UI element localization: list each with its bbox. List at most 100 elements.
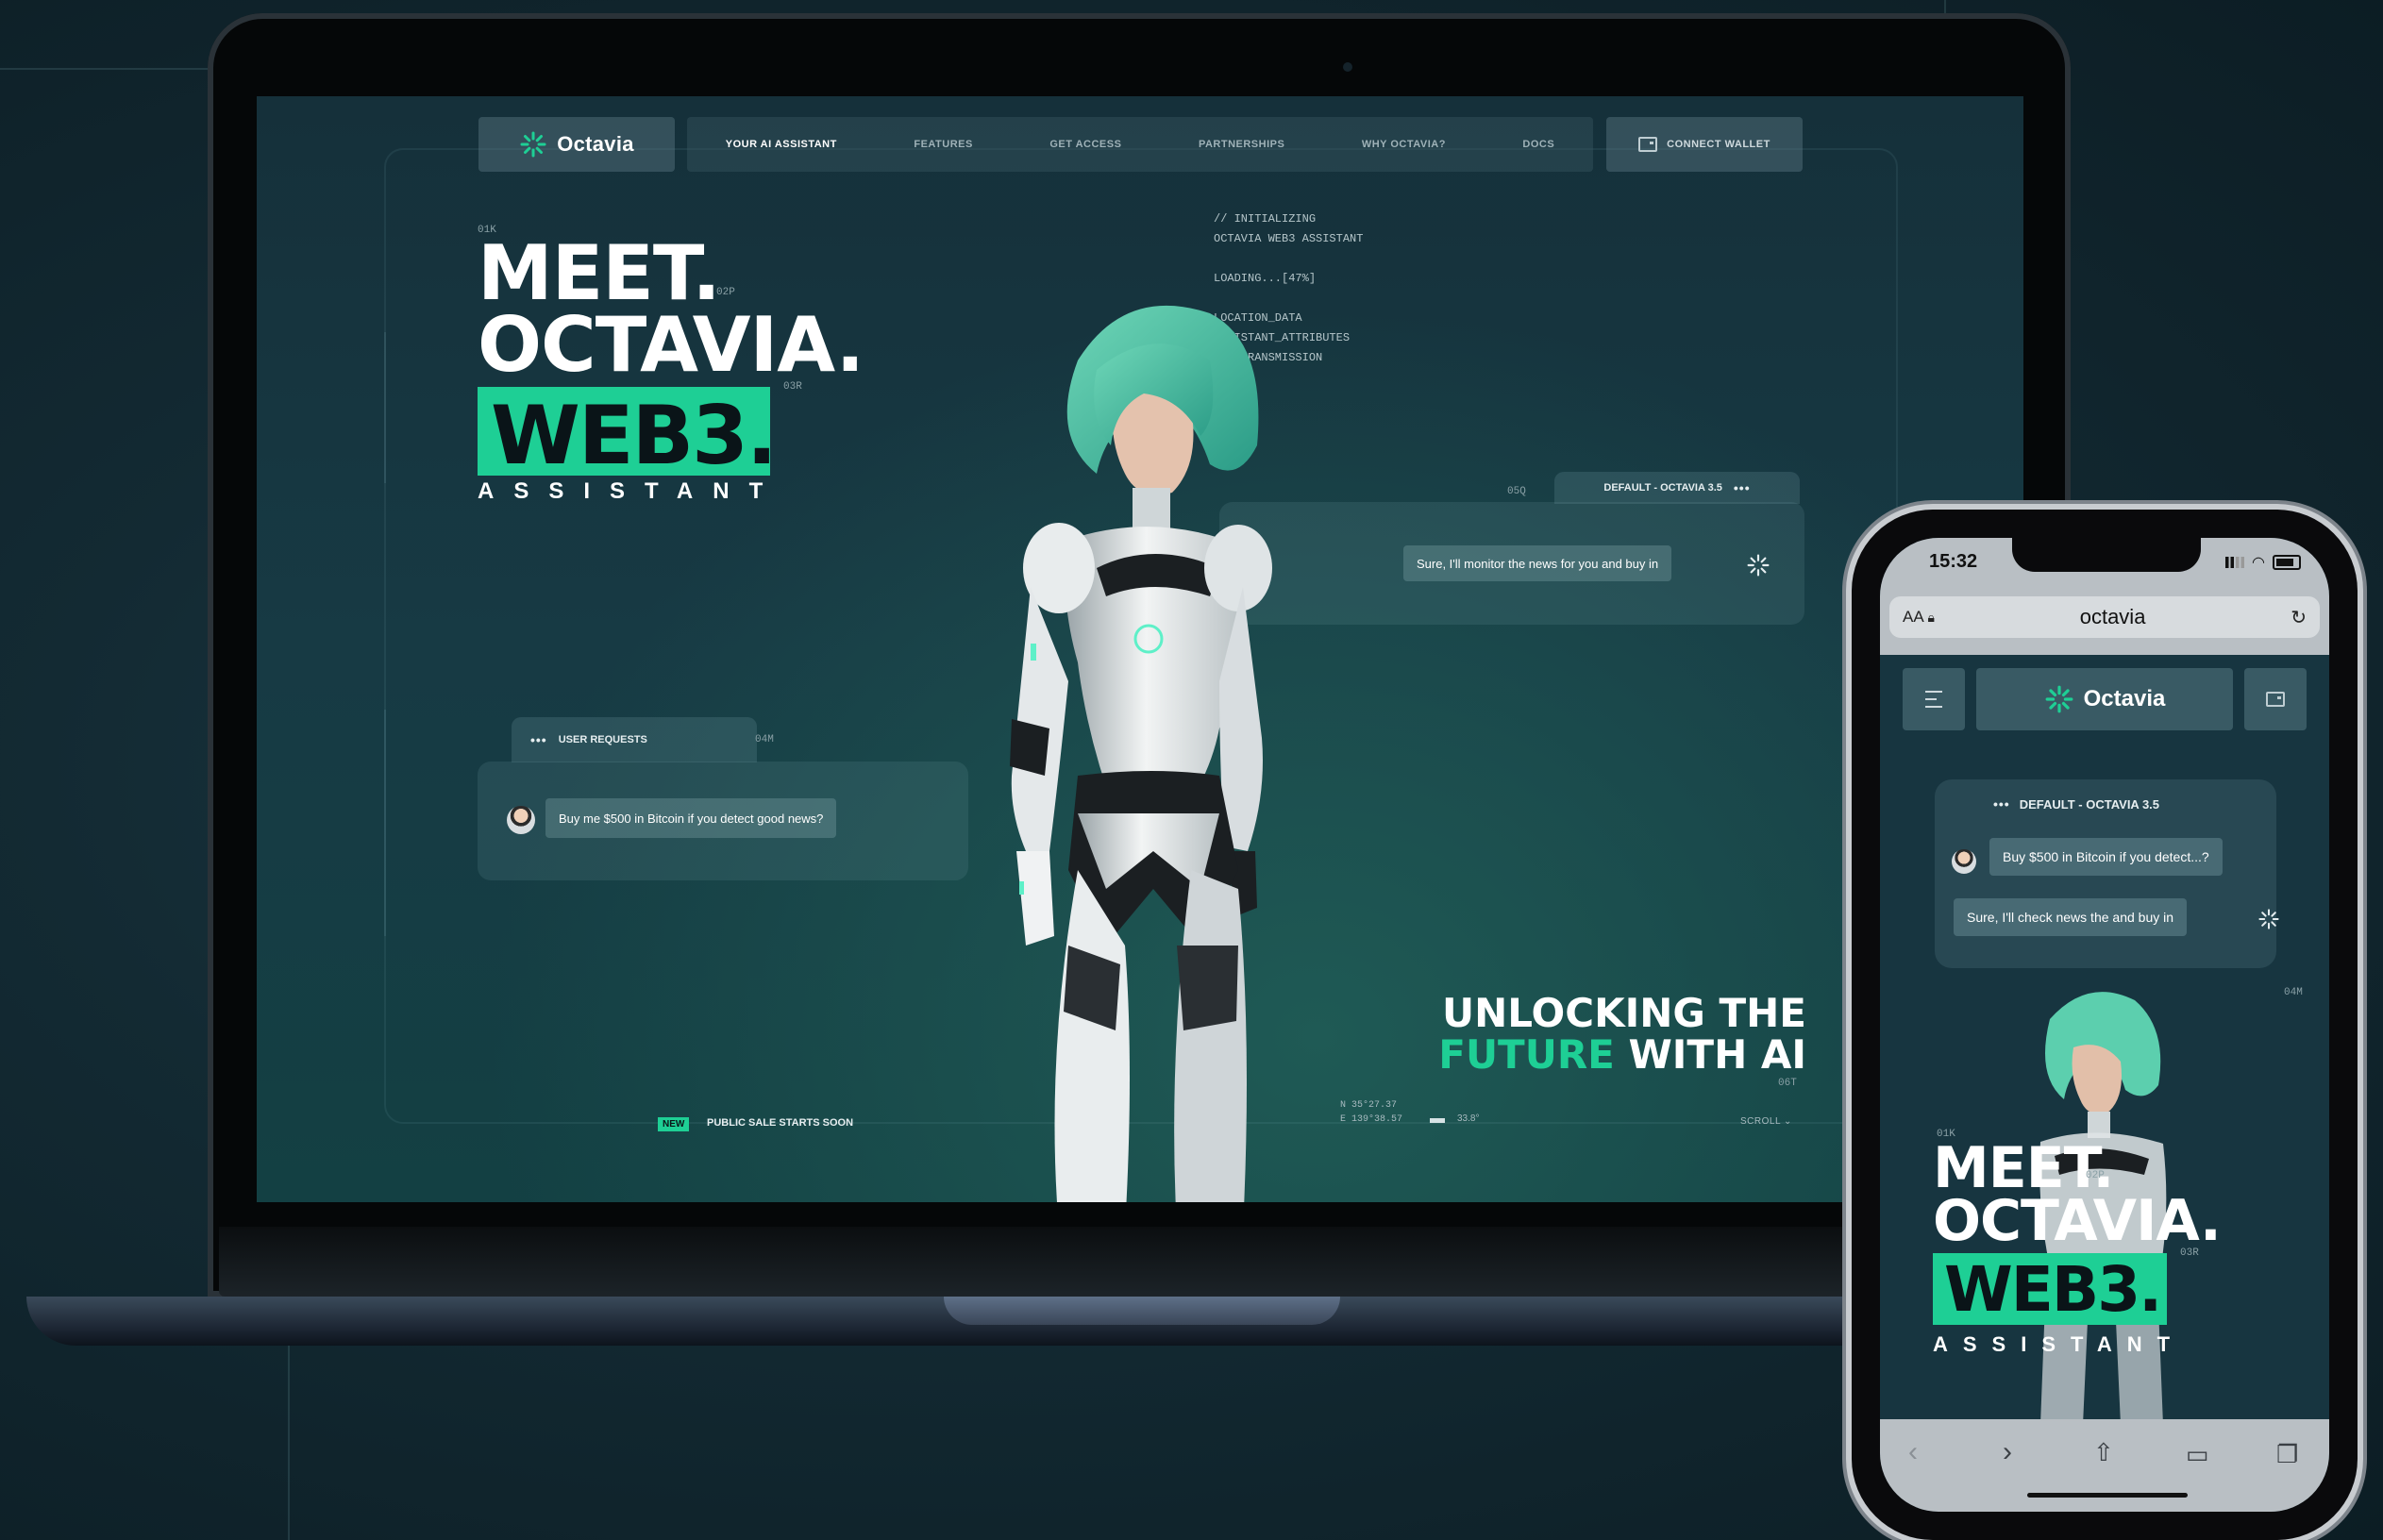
hero-tag-02: 02P: [716, 287, 735, 298]
browser-url-bar: AA 🔒︎ octavia ↻: [1880, 591, 2329, 655]
nav-partnerships[interactable]: PARTNERSHIPS: [1199, 139, 1284, 150]
unlock-heading: UNLOCKING THE FUTURE WITH AI: [1438, 993, 1806, 1076]
address-field[interactable]: AA 🔒︎ octavia ↻: [1889, 596, 2320, 638]
signal-icon: [2225, 557, 2245, 568]
hamburger-icon-line: [1925, 698, 1937, 700]
coord-north: N 35°27.37: [1340, 1100, 1398, 1111]
hud-line: [384, 710, 386, 936]
hero-line-assistant: ASSISTANT: [478, 478, 783, 504]
octavia-logo-icon: [2045, 685, 2073, 713]
coord-east: E 139°38.57: [1340, 1114, 1403, 1125]
tabs-icon[interactable]: ❐: [2276, 1440, 2298, 1469]
bookmarks-icon[interactable]: ▭: [2186, 1440, 2209, 1469]
user-panel-title: USER REQUESTS: [558, 734, 647, 745]
panel-tag-06: 06T: [1778, 1078, 1797, 1089]
battery-icon: [2273, 555, 2301, 570]
browser-toolbar: ‹ › ⇧ ▭ ❐: [1880, 1419, 2329, 1512]
chevron-down-icon: ⌄: [1783, 1116, 1792, 1127]
mobile-logo[interactable]: Octavia: [1976, 668, 2233, 730]
coordinates-readout: N 35°27.37 E 139°38.57: [1340, 1098, 1402, 1127]
mobile-tag-04: 04M: [2284, 987, 2303, 998]
connect-wallet-label: CONNECT WALLET: [1667, 139, 1770, 150]
laptop-screen: Octavia YOUR AI ASSISTANT FEATURES GET A…: [257, 96, 2023, 1202]
mobile-hero-heading: MEET. OCTAVIA.: [1933, 1135, 2222, 1254]
mobile-panel-title: DEFAULT - OCTAVIA 3.5: [2019, 796, 2160, 812]
wifi-icon: ◠: [2252, 555, 2265, 571]
share-icon[interactable]: ⇧: [2093, 1438, 2114, 1467]
public-sale-link[interactable]: PUBLIC SALE STARTS SOON: [707, 1117, 853, 1129]
mobile-hero-line-octavia: OCTAVIA.: [1933, 1188, 2222, 1254]
hamburger-icon: [1925, 691, 1942, 693]
mobile-hero-line-assistant: ASSISTANT: [1933, 1332, 2186, 1356]
panel-tag-05: 05Q: [1507, 486, 1526, 497]
scroll-label: SCROLL: [1740, 1116, 1781, 1127]
back-icon[interactable]: ‹: [1908, 1436, 1918, 1468]
mobile-user-message: Buy $500 in Bitcoin if you detect...?: [1989, 838, 2223, 876]
octavia-avatar-icon: [2258, 909, 2279, 929]
more-dots-icon[interactable]: •••: [1993, 796, 2010, 812]
background-line: [0, 68, 212, 70]
nav-get-access[interactable]: GET ACCESS: [1049, 139, 1121, 150]
nav-docs[interactable]: DOCS: [1522, 139, 1554, 150]
user-panel-header: ••• USER REQUESTS: [512, 717, 757, 762]
unlock-future: FUTURE: [1438, 1031, 1615, 1078]
assistant-panel-header: DEFAULT - OCTAVIA 3.5 •••: [1554, 472, 1800, 504]
octavia-logo-icon: [520, 131, 546, 158]
mobile-wallet-button[interactable]: [2244, 668, 2307, 730]
text-size-label: AA: [1903, 608, 1923, 626]
hero-line-octavia: OCTAVIA.: [478, 301, 864, 389]
phone-time: 15:32: [1929, 551, 1978, 572]
laptop-bezel: [219, 1227, 2059, 1297]
phone-notch: [2012, 538, 2201, 572]
brand-name: Octavia: [557, 132, 634, 156]
nav-features[interactable]: FEATURES: [914, 139, 972, 150]
scroll-indicator[interactable]: SCROLL ⌄: [1740, 1116, 1792, 1127]
wallet-icon: [1638, 137, 1658, 152]
hero-heading: MEET. OCTAVIA.: [478, 229, 864, 389]
mobile-tag-03: 03R: [2180, 1247, 2199, 1259]
connect-wallet-button[interactable]: CONNECT WALLET: [1606, 117, 1803, 172]
mobile-menu-button[interactable]: [1903, 668, 1965, 730]
mobile-assistant-message: Sure, I'll check news the and buy in: [1954, 898, 2188, 936]
hero-line-web3: WEB3.: [491, 389, 778, 483]
assistant-panel-title: DEFAULT - OCTAVIA 3.5: [1603, 482, 1722, 494]
octavia-avatar-icon: [1747, 554, 1770, 577]
hero-line-meet: MEET.: [478, 229, 721, 317]
unlock-with-ai: WITH AI: [1614, 1031, 1806, 1078]
user-message-bubble: Buy me $500 in Bitcoin if you detect goo…: [545, 798, 837, 838]
user-avatar: [507, 806, 535, 834]
home-indicator: [2027, 1493, 2188, 1498]
nav-why-octavia[interactable]: WHY OCTAVIA?: [1362, 139, 1446, 150]
reload-icon[interactable]: ↻: [2291, 606, 2307, 629]
mobile-tag-02: 02P: [2086, 1170, 2105, 1181]
url-text: octavia: [2079, 605, 2146, 628]
mobile-brand-name: Octavia: [2083, 686, 2166, 711]
mobile-panel-header: ••• DEFAULT - OCTAVIA 3.5: [1993, 796, 2159, 812]
wallet-icon: [2266, 692, 2285, 707]
phone-screen: 15:32 ◠ AA 🔒︎ octavia ↻ Octavia ••• DEFA…: [1880, 538, 2329, 1512]
more-dots-icon[interactable]: •••: [1734, 480, 1751, 495]
hamburger-icon-line: [1925, 706, 1942, 708]
mobile-hero-line-meet: MEET.: [1933, 1135, 2114, 1201]
unlock-line-1: UNLOCKING THE: [1442, 990, 1806, 1036]
background-line: [1944, 0, 1946, 13]
background-line: [288, 1340, 290, 1540]
temperature-bar: [1430, 1118, 1445, 1123]
hero-tag-03: 03R: [783, 381, 802, 393]
forward-icon[interactable]: ›: [2003, 1436, 2012, 1468]
main-nav: YOUR AI ASSISTANT FEATURES GET ACCESS PA…: [687, 117, 1593, 172]
octavia-robot-figure: [1010, 305, 1272, 1202]
lock-icon: 🔒︎: [1927, 610, 1935, 625]
more-dots-icon[interactable]: •••: [530, 732, 547, 747]
laptop-opening-notch: [944, 1297, 1340, 1325]
panel-tag-04: 04M: [755, 734, 774, 745]
phone-status-bar: 15:32 ◠: [1880, 538, 2329, 591]
status-icons: ◠: [2225, 553, 2301, 572]
phone-device: 15:32 ◠ AA 🔒︎ octavia ↻ Octavia ••• DEFA…: [1852, 510, 2358, 1540]
nav-your-ai-assistant[interactable]: YOUR AI ASSISTANT: [726, 139, 837, 150]
nav-logo[interactable]: Octavia: [478, 117, 675, 172]
mobile-hero-line-web3: WEB3.: [1944, 1253, 2162, 1326]
new-badge: NEW: [658, 1117, 690, 1131]
text-size-button[interactable]: AA 🔒︎: [1903, 608, 1935, 627]
hud-line: [384, 332, 386, 483]
